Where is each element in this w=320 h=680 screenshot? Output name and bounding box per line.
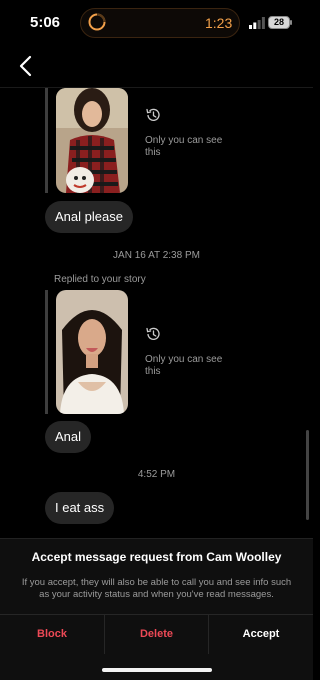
message-bubble[interactable]: Anal [45, 421, 92, 453]
timer-text: 1:23 [205, 15, 233, 31]
story-reply-bar [45, 88, 48, 193]
signal-icon [249, 17, 265, 29]
timestamp: JAN 16 AT 2:38 PM [113, 250, 200, 261]
story-thumbnail[interactable] [56, 290, 128, 414]
story-thumbnail[interactable] [56, 88, 128, 193]
block-button[interactable]: Block [0, 614, 104, 654]
only-you-note: Only you can see this [145, 354, 223, 377]
status-time: 5:06 [30, 14, 61, 31]
history-icon [146, 108, 160, 121]
home-indicator[interactable] [102, 668, 212, 672]
battery-cap [290, 20, 292, 25]
story-image [56, 88, 128, 193]
delete-button[interactable]: Delete [105, 614, 208, 654]
message-bubble[interactable]: Anal please [45, 201, 133, 233]
battery-icon: 28 [268, 16, 290, 29]
timestamp: 4:52 PM [137, 469, 176, 480]
request-description: If you accept, they will also be able to… [21, 577, 292, 600]
back-arrow-icon[interactable] [18, 55, 32, 77]
request-title: Accept message request from Cam Woolley [31, 550, 282, 564]
scrollbar[interactable] [306, 430, 309, 520]
replied-label: Replied to your story [54, 274, 146, 285]
history-icon [146, 327, 160, 340]
story-reply-bar [45, 290, 48, 414]
timer-icon [88, 13, 106, 31]
accept-button[interactable]: Accept [209, 614, 313, 654]
only-you-note: Only you can see this [145, 135, 223, 158]
story-image [56, 290, 128, 414]
message-bubble[interactable]: I eat ass [45, 492, 115, 524]
